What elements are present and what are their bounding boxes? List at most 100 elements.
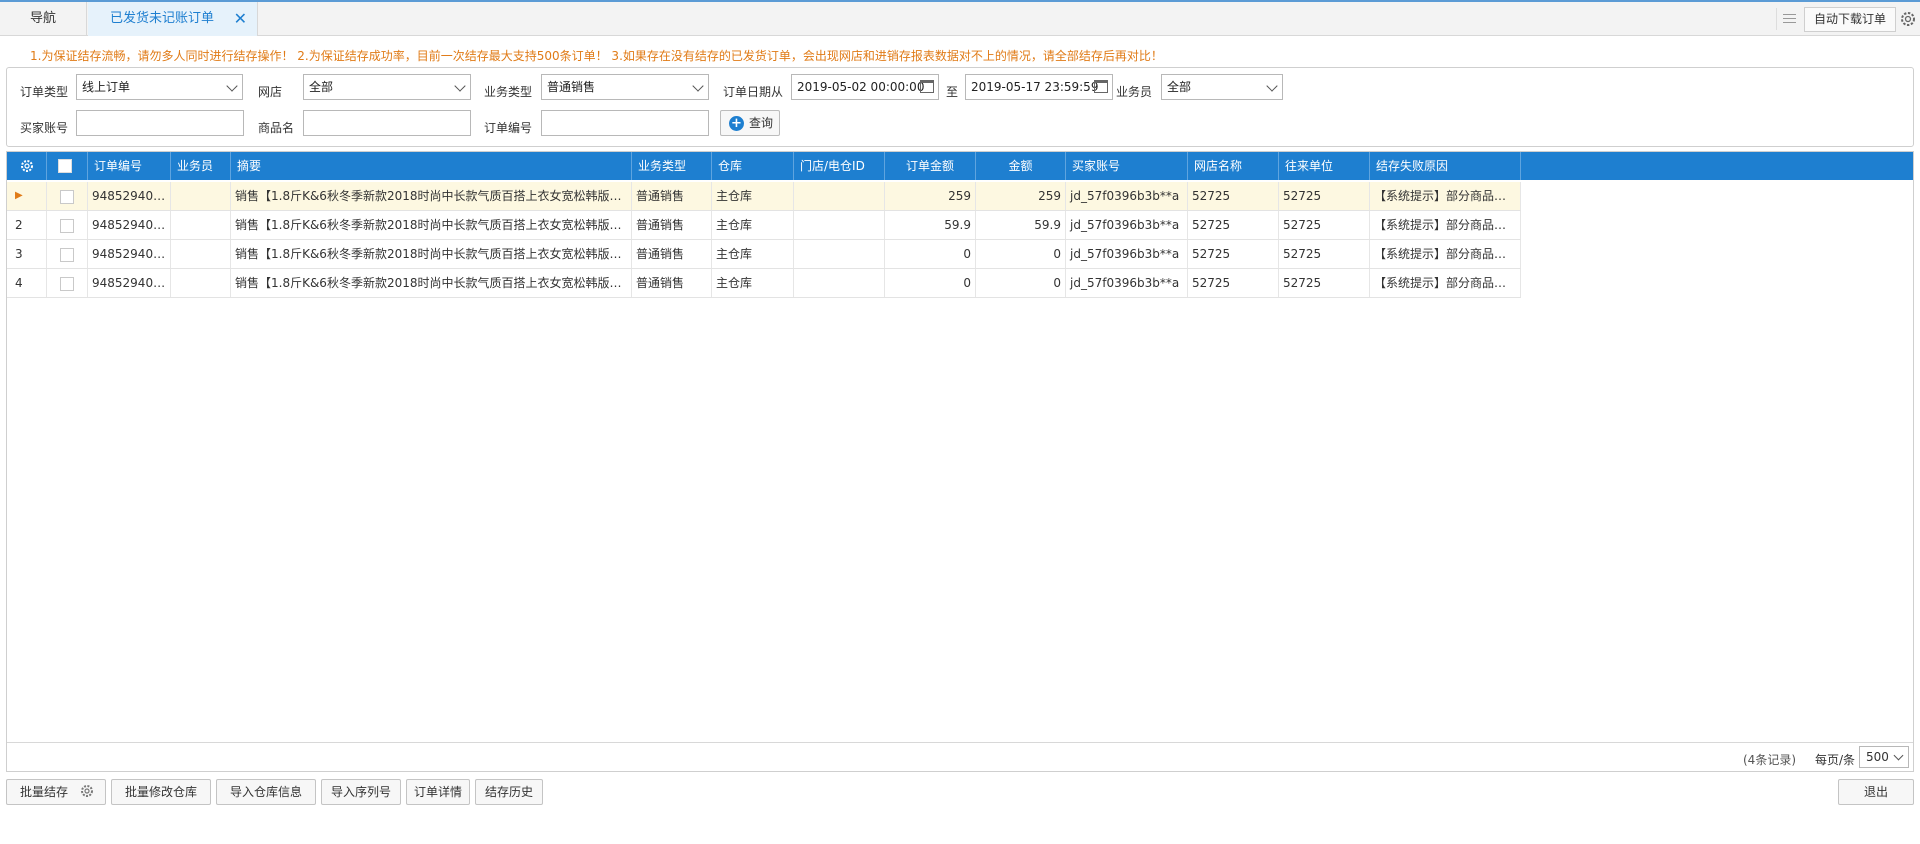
order-no-label: 订单编号 — [484, 121, 533, 135]
settle-history-button[interactable]: 结存历史 — [475, 779, 543, 805]
header-salesman[interactable]: 业务员 — [171, 152, 231, 180]
filter-panel: 订单类型 线上订单 网店 全部 业务类型 普通销售 订单日期从 2019-05-… — [6, 67, 1914, 147]
date-to-value: 2019-05-17 23:59:59 — [971, 80, 1099, 94]
header-order-amount[interactable]: 订单金额 — [885, 152, 976, 180]
plus-circle-icon: + — [729, 116, 744, 131]
gear-icon[interactable] — [1898, 9, 1918, 29]
query-label: 查询 — [749, 116, 774, 130]
close-icon[interactable]: ✕ — [234, 2, 247, 36]
cell-amt: 0 — [885, 269, 976, 297]
batch-change-warehouse-button[interactable]: 批量修改仓库 — [111, 779, 211, 805]
cell-summary: 销售【1.8斤K&6秋冬季新款2018时尚中长款气质百搭上衣女宽松韩版棉... — [231, 269, 632, 297]
header-shop[interactable]: 网店名称 — [1188, 152, 1279, 180]
cell-summary: 销售【1.8斤K&6秋冬季新款2018时尚中长款气质百搭上衣女宽松韩版棉... — [231, 240, 632, 268]
cell-salesman — [171, 240, 231, 268]
tab-bar: 导航 已发货未记账订单 ✕ 自动下载订单 — [0, 0, 1920, 36]
exit-button[interactable]: 退出 — [1838, 779, 1914, 805]
cell-summary: 销售【1.8斤K&6秋冬季新款2018时尚中长款气质百搭上衣女宽松韩版棉... — [231, 211, 632, 239]
gear-icon[interactable] — [79, 783, 95, 799]
cell-order: 948529405... — [88, 211, 171, 239]
date-from-input[interactable]: 2019-05-02 00:00:00 — [791, 74, 939, 100]
tab-label: 已发货未记账订单 — [110, 11, 215, 26]
cell-amt: 59.9 — [885, 211, 976, 239]
cell-reason: 【系统提示】部分商品没... — [1370, 211, 1521, 239]
auto-download-button[interactable]: 自动下载订单 — [1804, 7, 1896, 32]
cell-reason: 【系统提示】部分商品没... — [1370, 240, 1521, 268]
query-button[interactable]: + 查询 — [720, 110, 780, 136]
row-checkbox[interactable] — [60, 248, 74, 262]
salesman-select[interactable]: 全部 — [1161, 74, 1283, 100]
cell-partner: 52725 — [1279, 211, 1370, 239]
cell-wh: 主仓库 — [712, 211, 794, 239]
header-order-no[interactable]: 订单编号 — [88, 152, 171, 180]
date-from-value: 2019-05-02 00:00:00 — [797, 80, 925, 94]
cell-money: 259 — [976, 182, 1066, 210]
row-select-cell[interactable] — [47, 182, 88, 210]
cell-biz: 普通销售 — [632, 182, 712, 210]
cell-buyer: jd_57f0396b3b**a — [1066, 182, 1188, 210]
per-page-select[interactable]: 500 — [1859, 746, 1909, 768]
tab-navigation[interactable]: 导航 — [0, 2, 87, 36]
select-all-checkbox[interactable] — [58, 159, 72, 173]
header-amount[interactable]: 金额 — [976, 152, 1066, 180]
cell-salesman — [171, 182, 231, 210]
cell-reason: 【系统提示】部分商品没... — [1370, 182, 1521, 210]
notice-text: 1.为保证结存流畅，请勿多人同时进行结存操作！ 2.为保证结存成功率，目前一次结… — [30, 49, 1163, 63]
product-input[interactable] — [303, 110, 471, 136]
table-row[interactable]: ▶ 948529405... 销售【1.8斤K&6秋冬季新款2018时尚中长款气质百… — [7, 182, 1521, 211]
import-warehouse-button[interactable]: 导入仓库信息 — [216, 779, 316, 805]
calendar-icon[interactable] — [920, 80, 934, 93]
biz-type-select[interactable]: 普通销售 — [541, 74, 709, 100]
row-checkbox[interactable] — [60, 219, 74, 233]
row-select-cell[interactable] — [47, 211, 88, 239]
cell-reason: 【系统提示】部分商品没... — [1370, 269, 1521, 297]
table-row[interactable]: 2 948529405... 销售【1.8斤K&6秋冬季新款2018时尚中长款气质百… — [7, 211, 1521, 240]
header-summary[interactable]: 摘要 — [231, 152, 632, 180]
cell-partner: 52725 — [1279, 269, 1370, 297]
cell-partner: 52725 — [1279, 182, 1370, 210]
buyer-input[interactable] — [76, 110, 244, 136]
shop-select[interactable]: 全部 — [303, 74, 471, 100]
gear-icon[interactable] — [19, 158, 35, 174]
order-type-value: 线上订单 — [82, 80, 131, 94]
list-icon[interactable] — [1776, 8, 1800, 30]
cell-money: 0 — [976, 269, 1066, 297]
header-store-id[interactable]: 门店/电仓ID — [794, 152, 885, 180]
row-checkbox[interactable] — [60, 190, 74, 204]
order-type-label: 订单类型 — [20, 85, 69, 99]
grid-footer: (4条记录) 每页/条 500 — [7, 742, 1913, 771]
chevron-down-icon — [454, 80, 466, 92]
date-to-input[interactable]: 2019-05-17 23:59:59 — [965, 74, 1113, 100]
cell-buyer: jd_57f0396b3b**a — [1066, 211, 1188, 239]
cell-shop: 52725 — [1188, 240, 1279, 268]
calendar-icon[interactable] — [1094, 80, 1108, 93]
header-partner[interactable]: 往来单位 — [1279, 152, 1370, 180]
header-warehouse[interactable]: 仓库 — [712, 152, 794, 180]
row-select-cell[interactable] — [47, 269, 88, 297]
row-checkbox[interactable] — [60, 277, 74, 291]
table-row[interactable]: 4 948529405... 销售【1.8斤K&6秋冬季新款2018时尚中长款气质百… — [7, 269, 1521, 298]
grid-header: 订单编号 业务员 摘要 业务类型 仓库 门店/电仓ID 订单金额 金额 买家账号… — [7, 152, 1913, 180]
header-fail-reason[interactable]: 结存失败原因 — [1370, 152, 1521, 180]
table-row[interactable]: 3 948529405... 销售【1.8斤K&6秋冬季新款2018时尚中长款气质百… — [7, 240, 1521, 269]
row-index: 4 — [7, 269, 47, 297]
shop-value: 全部 — [309, 80, 334, 94]
order-type-select[interactable]: 线上订单 — [76, 74, 243, 100]
cell-salesman — [171, 269, 231, 297]
tab-unposted-orders[interactable]: 已发货未记账订单 ✕ — [88, 2, 258, 36]
header-select-all[interactable] — [47, 152, 88, 180]
header-settings-cell[interactable] — [7, 152, 47, 180]
salesman-label: 业务员 — [1116, 85, 1153, 99]
chevron-down-icon — [226, 80, 238, 92]
cell-buyer: jd_57f0396b3b**a — [1066, 240, 1188, 268]
cell-store — [794, 269, 885, 297]
header-biz-type[interactable]: 业务类型 — [632, 152, 712, 180]
header-buyer[interactable]: 买家账号 — [1066, 152, 1188, 180]
row-select-cell[interactable] — [47, 240, 88, 268]
row-index: ▶ — [7, 182, 47, 210]
shop-label: 网店 — [258, 85, 283, 99]
cell-wh: 主仓库 — [712, 182, 794, 210]
order-detail-button[interactable]: 订单详情 — [406, 779, 470, 805]
order-no-input[interactable] — [541, 110, 709, 136]
import-serial-button[interactable]: 导入序列号 — [321, 779, 401, 805]
